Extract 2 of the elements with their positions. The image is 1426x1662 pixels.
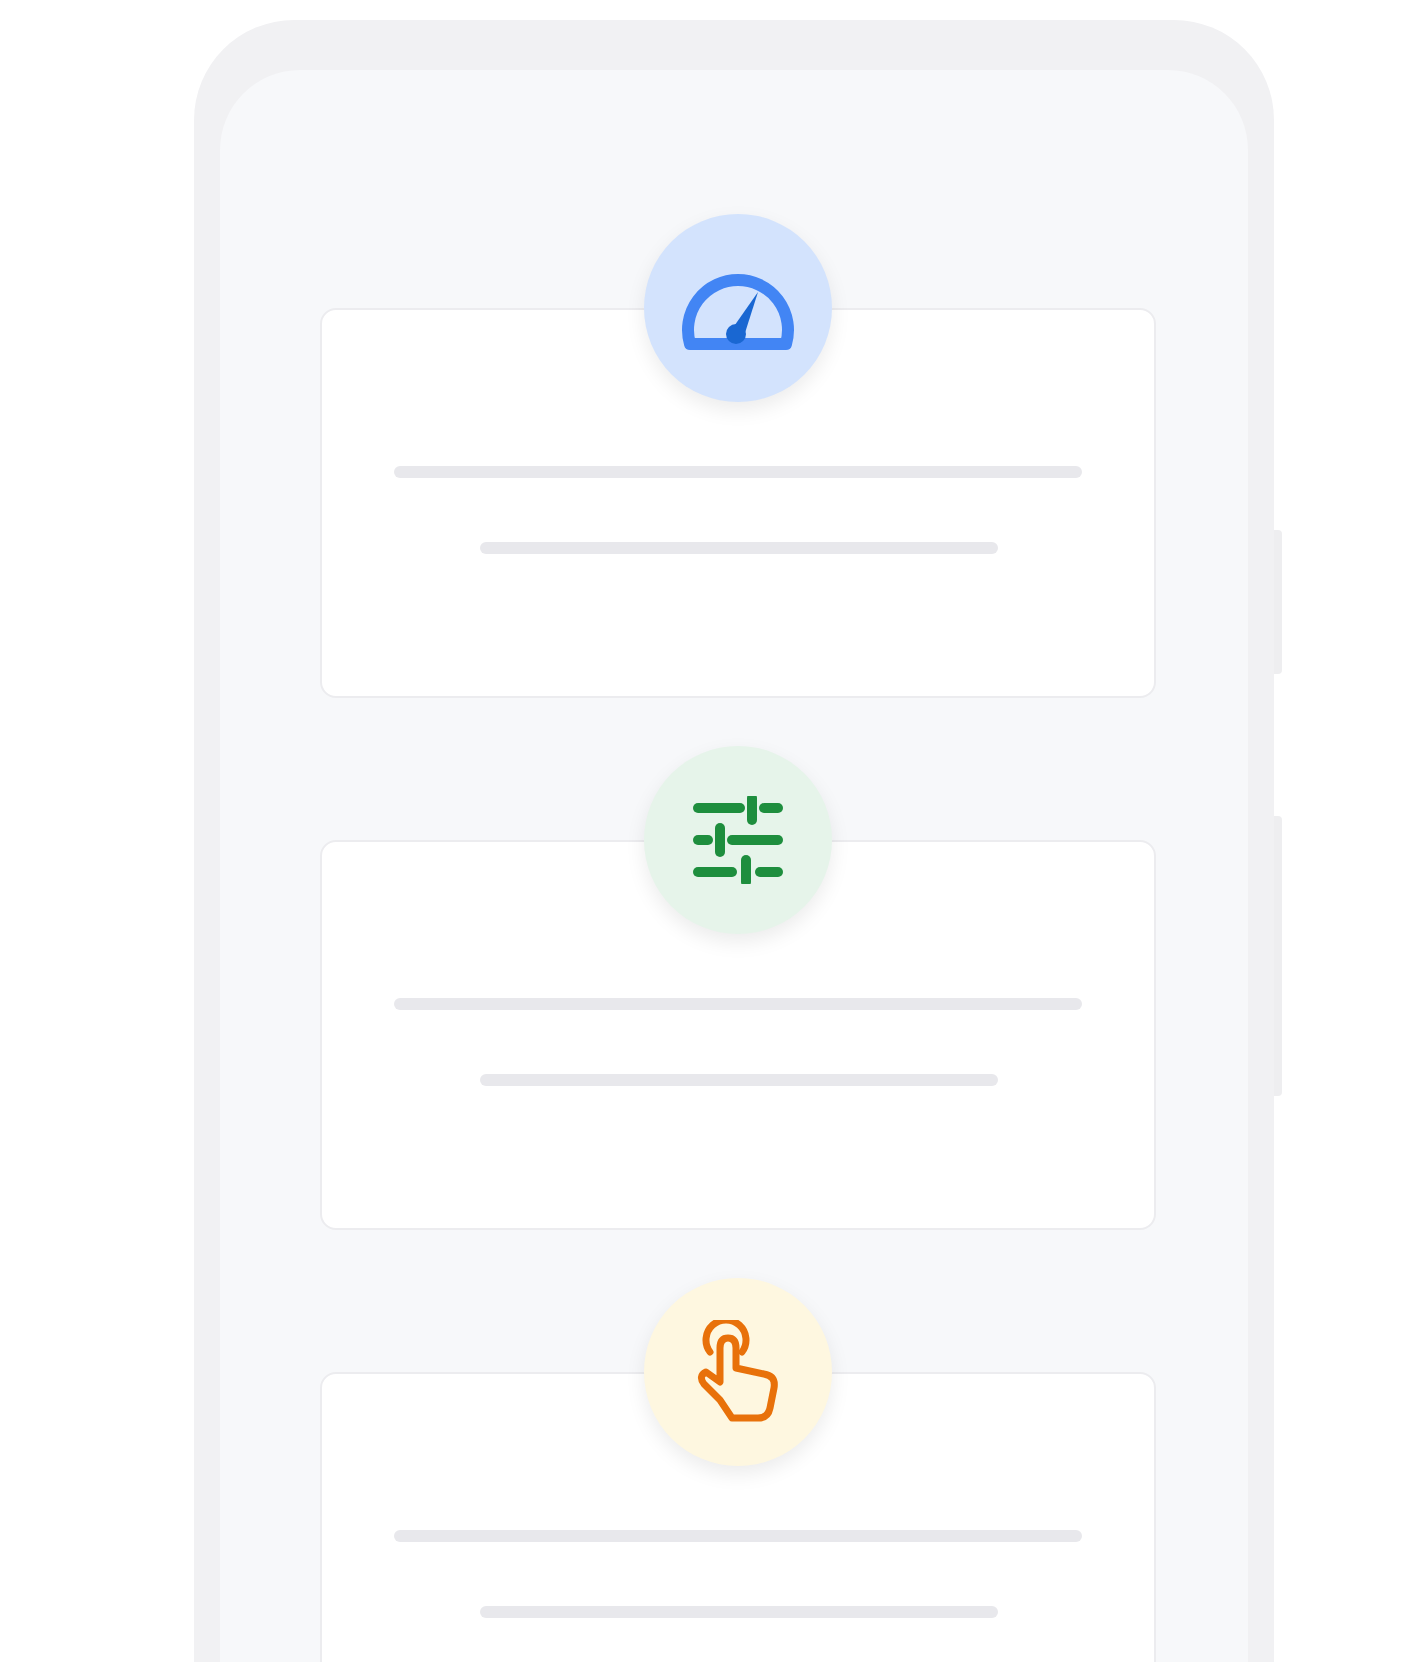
pointing-hand-icon — [692, 1320, 784, 1424]
sliders-icon — [692, 796, 784, 884]
